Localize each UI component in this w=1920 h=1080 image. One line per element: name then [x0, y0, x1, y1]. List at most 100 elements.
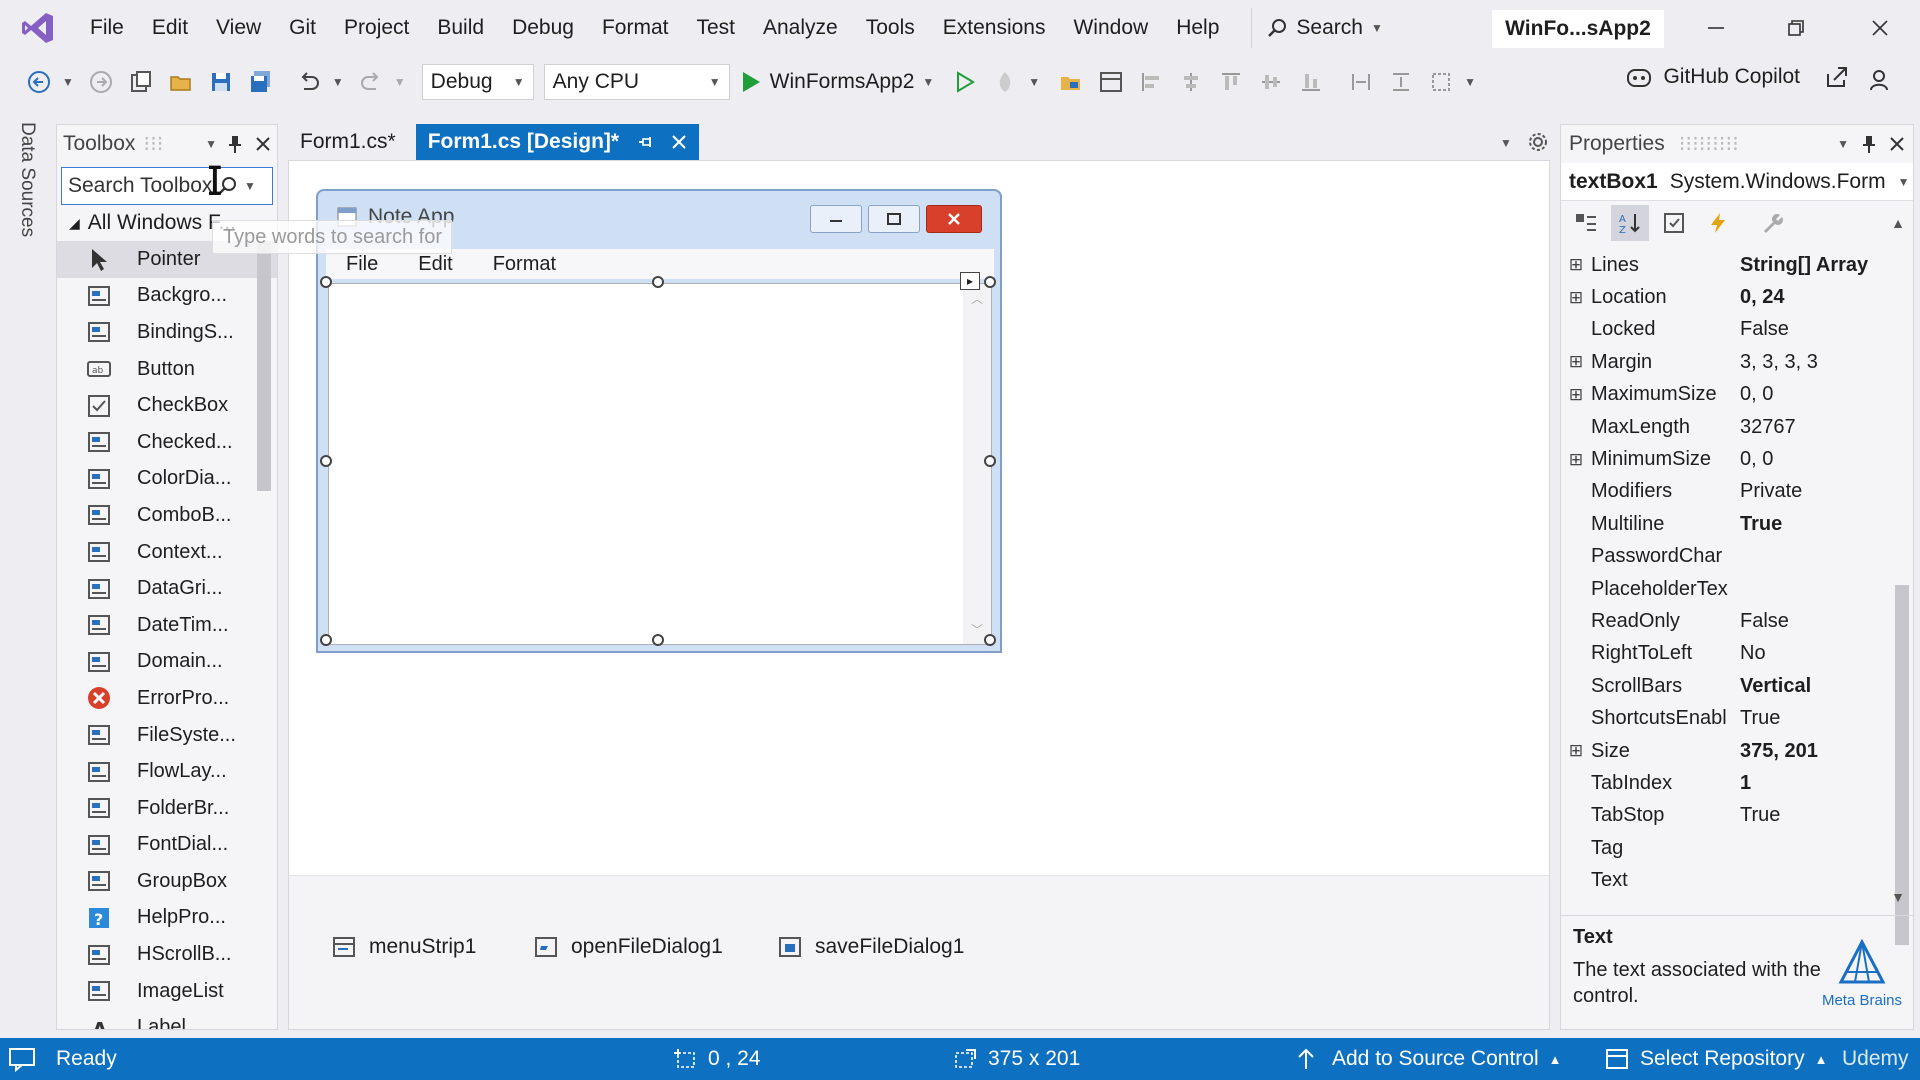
scroll-up-icon[interactable]: ︿	[971, 290, 983, 307]
make-same-size-icon[interactable]	[1424, 65, 1458, 99]
property-value[interactable]: True	[1734, 707, 1897, 730]
pin-icon[interactable]	[227, 134, 243, 154]
textbox1-multiline[interactable]: ︿ ﹀	[328, 283, 992, 645]
expand-plus-icon[interactable]: ⊞	[1561, 741, 1591, 761]
toolbox-item[interactable]: FontDial...	[57, 827, 277, 864]
menu-item-tools[interactable]: Tools	[852, 0, 929, 56]
toolbox-item[interactable]: ImageList	[57, 973, 277, 1010]
feedback-icon[interactable]	[1864, 64, 1898, 98]
property-row[interactable]: TabStop True	[1561, 800, 1897, 832]
selection-handle[interactable]	[984, 276, 996, 288]
hot-reload-dropdown-icon[interactable]: ▼	[1028, 75, 1040, 89]
selection-handle[interactable]	[320, 276, 332, 288]
tray-item-open-file-dialog[interactable]: openFileDialog1	[533, 934, 723, 960]
events-lightning-icon[interactable]	[1699, 205, 1737, 241]
toolbox-item[interactable]: ColorDia...	[57, 461, 277, 498]
minimize-button[interactable]	[1676, 0, 1756, 56]
tray-item-save-file-dialog[interactable]: saveFileDialog1	[777, 934, 964, 960]
menu-item-file[interactable]: File	[76, 0, 138, 56]
property-value[interactable]: 3, 3, 3, 3	[1734, 351, 1897, 374]
designed-form-window[interactable]: Note App File Edit Format ︿ ﹀	[316, 189, 1002, 653]
toolbox-item[interactable]: Domain...	[57, 644, 277, 681]
expand-plus-icon[interactable]: ⊞	[1561, 288, 1591, 308]
selection-handle[interactable]	[652, 634, 664, 646]
undo-dropdown-icon[interactable]: ▼	[332, 75, 344, 89]
search-options-icon[interactable]: ▼	[244, 179, 256, 193]
property-value[interactable]: String[] Array	[1734, 254, 1897, 277]
property-value[interactable]: Left	[1734, 902, 1897, 904]
close-icon[interactable]	[671, 134, 687, 150]
share-icon[interactable]	[1824, 64, 1850, 90]
toolbox-item[interactable]: FolderBr...	[57, 790, 277, 827]
toolbox-item[interactable]: Checked...	[57, 424, 277, 461]
toolbox-item[interactable]: Context...	[57, 534, 277, 571]
menu-item-debug[interactable]: Debug	[498, 0, 588, 56]
menu-item-window[interactable]: Window	[1059, 0, 1162, 56]
property-value[interactable]: True	[1734, 804, 1897, 827]
menu-item-build[interactable]: Build	[423, 0, 498, 56]
expand-plus-icon[interactable]: ⊞	[1561, 255, 1591, 275]
toolbox-scrollbar[interactable]	[257, 241, 271, 491]
toolbox-item[interactable]: BindingS...	[57, 314, 277, 351]
property-value[interactable]: False	[1734, 318, 1897, 341]
toolbox-item[interactable]: CheckBox	[57, 387, 277, 424]
format-toolbar-icon[interactable]	[1094, 65, 1128, 99]
categorized-icon[interactable]	[1567, 205, 1605, 241]
property-value[interactable]: Private	[1734, 480, 1897, 503]
redo-dropdown-icon[interactable]: ▼	[394, 75, 406, 89]
github-copilot-button[interactable]: GitHub Copilot	[1625, 64, 1850, 90]
toolbox-search-input[interactable]	[62, 174, 212, 198]
make-same-height-icon[interactable]	[1384, 65, 1418, 99]
property-value[interactable]: Vertical	[1734, 675, 1897, 698]
save-icon[interactable]	[204, 65, 238, 99]
properties-page-icon[interactable]	[1655, 205, 1693, 241]
selection-handle[interactable]	[320, 455, 332, 467]
platform-select[interactable]: Any CPU ▼	[543, 64, 730, 100]
toolbox-item[interactable]: ComboB...	[57, 497, 277, 534]
selection-handle[interactable]	[984, 634, 996, 646]
property-value[interactable]: False	[1734, 610, 1897, 633]
menu-item-git[interactable]: Git	[275, 0, 330, 56]
close-window-button[interactable]	[1840, 0, 1920, 56]
form-menu-format[interactable]: Format	[473, 253, 576, 276]
tab-form1-code[interactable]: Form1.cs*	[288, 124, 408, 160]
selection-handle[interactable]	[652, 276, 664, 288]
property-row[interactable]: ScrollBars Vertical	[1561, 670, 1897, 702]
property-row[interactable]: Tag	[1561, 832, 1897, 864]
save-all-icon[interactable]	[244, 65, 278, 99]
start-debugging-button[interactable]: WinFormsApp2 ▼	[740, 70, 934, 94]
tray-item-menustrip[interactable]: menuStrip1	[331, 934, 476, 960]
close-icon[interactable]	[255, 136, 271, 152]
pin-icon[interactable]	[1861, 134, 1877, 154]
tab-list-dropdown-icon[interactable]: ▼	[1500, 136, 1512, 150]
property-row[interactable]: Modifiers Private	[1561, 476, 1897, 508]
align-centers-icon[interactable]	[1174, 65, 1208, 99]
property-value[interactable]: 0, 0	[1734, 448, 1897, 471]
scroll-down-icon[interactable]: ﹀	[971, 621, 983, 638]
property-row[interactable]: MaxLength 32767	[1561, 411, 1897, 443]
toolbox-item[interactable]: DateTim...	[57, 607, 277, 644]
undo-icon[interactable]	[292, 65, 326, 99]
toolbox-item[interactable]: HScrollB...	[57, 936, 277, 973]
menu-item-format[interactable]: Format	[588, 0, 683, 56]
smart-tag-arrow-icon[interactable]: ▸	[960, 272, 980, 290]
pin-icon[interactable]	[637, 134, 653, 150]
drag-grip[interactable]: ⁝⁝⁝⁝⁝⁝⁝⁝⁝	[1665, 132, 1825, 157]
property-row[interactable]: ShortcutsEnabl True	[1561, 702, 1897, 734]
data-sources-tab[interactable]: Data Sources	[16, 122, 38, 237]
expand-plus-icon[interactable]: ⊞	[1561, 450, 1591, 470]
configuration-select[interactable]: Debug ▼	[421, 64, 534, 100]
toolbox-item[interactable]: FlowLay...	[57, 753, 277, 790]
align-middles-icon[interactable]	[1254, 65, 1288, 99]
open-folder-icon[interactable]	[164, 65, 198, 99]
selection-handle[interactable]	[320, 634, 332, 646]
menu-item-edit[interactable]: Edit	[138, 0, 202, 56]
property-row[interactable]: ⊞ MaximumSize 0, 0	[1561, 379, 1897, 411]
hot-reload-icon[interactable]	[988, 65, 1022, 99]
property-row[interactable]: PlaceholderTex	[1561, 573, 1897, 605]
gear-icon[interactable]	[1528, 132, 1548, 152]
redo-icon[interactable]	[354, 65, 388, 99]
toolbox-item[interactable]: ErrorPro...	[57, 680, 277, 717]
property-row[interactable]: ⊞ Lines String[] Array	[1561, 249, 1897, 281]
tab-form1-design[interactable]: Form1.cs [Design]*	[415, 124, 700, 160]
